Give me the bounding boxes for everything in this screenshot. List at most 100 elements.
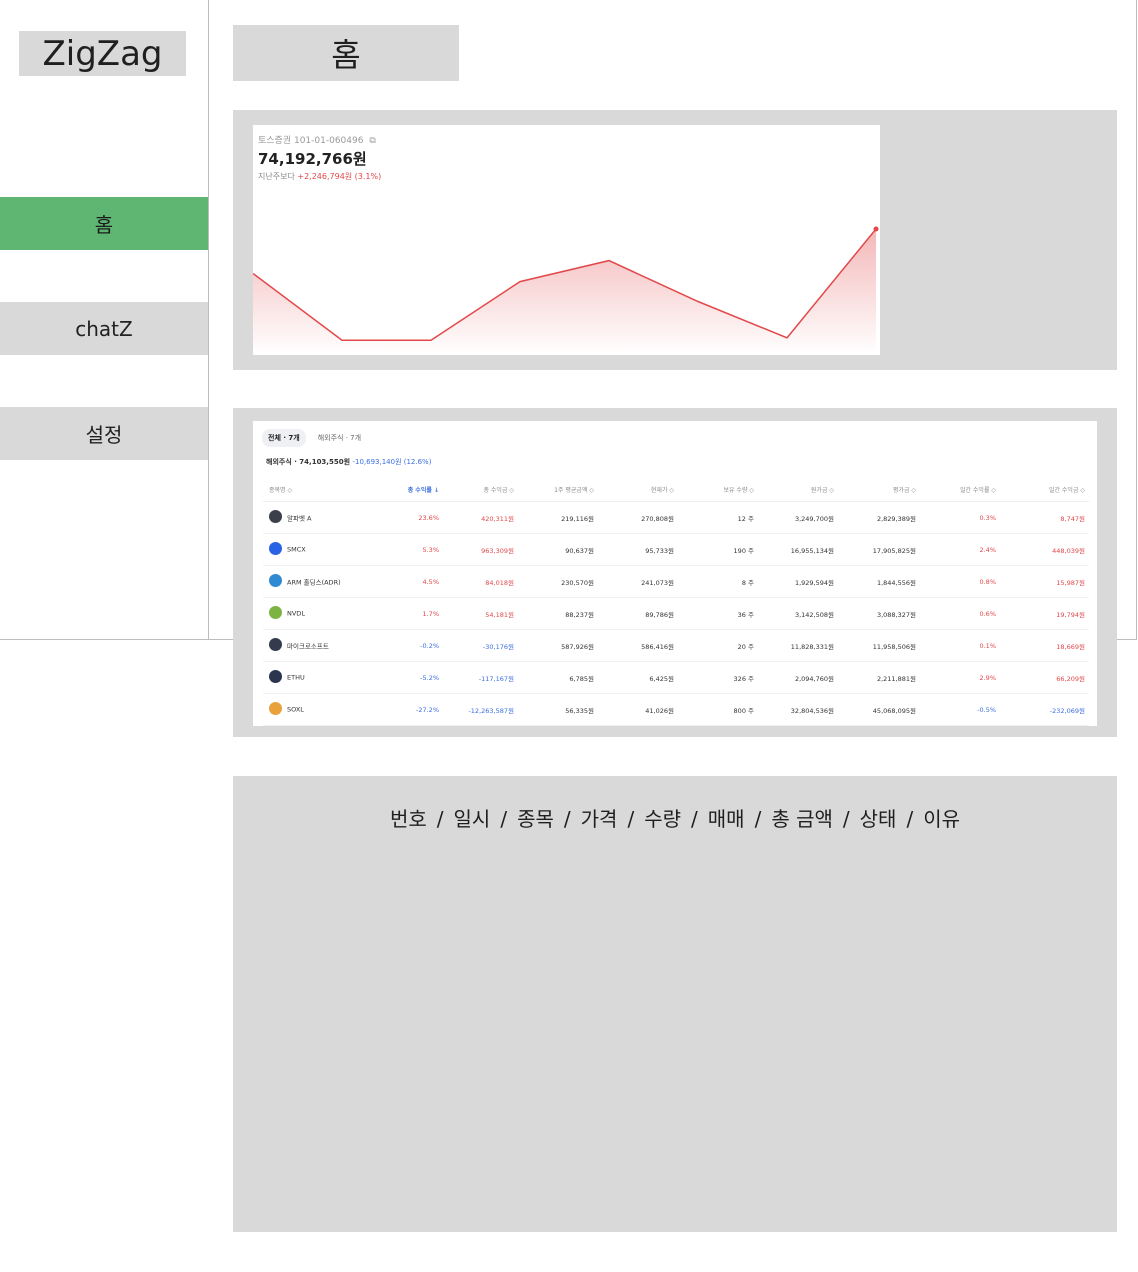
column-header[interactable]: 1주 평균금액 ◇	[518, 477, 598, 502]
separator: /	[691, 807, 698, 831]
table-cell: 800 주	[678, 693, 758, 726]
table-cell: 1,844,556원	[838, 565, 920, 598]
table-cell: 0.1%	[920, 629, 1000, 662]
table-cell: 56,335원	[518, 693, 598, 726]
app-logo[interactable]: ZigZag	[19, 31, 186, 76]
column-header[interactable]: 총 수익금 ◇	[443, 477, 518, 502]
table-cell: 23.6%	[383, 501, 443, 534]
page: ZigZag 홈 chatZ 설정 홈 토스증권 101-01-060496 ⧉…	[0, 0, 1138, 1272]
account-chart-panel: 토스증권 101-01-060496 ⧉ 74,192,766원 지난주보다 +…	[233, 110, 1117, 370]
tab-all[interactable]: 전체 · 7개	[262, 429, 306, 447]
stock-name-cell: ARM 홀딩스(ADR)	[263, 565, 383, 598]
table-cell: -5.2%	[383, 661, 443, 694]
copy-icon[interactable]: ⧉	[369, 136, 375, 146]
chart-point-latest	[873, 226, 879, 232]
table-row[interactable]: SMCX 5.3% 963,309원 90,637원 95,733원 190 주 16,95…	[263, 533, 1089, 566]
trade-history-header: 번호 / 일시 / 종목 / 가격 / 수량 / 매매 / 총 금액 / 상태 / 이유	[233, 803, 1117, 832]
stock-name: 알파벳 A	[287, 514, 312, 523]
trade-history-panel: 번호 / 일시 / 종목 / 가격 / 수량 / 매매 / 총 금액 / 상태 / 이유	[233, 776, 1117, 1232]
history-column-label: 일시	[453, 807, 491, 831]
table-cell: 190 주	[678, 533, 758, 566]
separator: /	[436, 807, 444, 831]
stock-name-cell: NVDL	[263, 597, 383, 630]
sidebar-bottom-divider	[0, 639, 233, 640]
table-cell: 45,068,095원	[838, 693, 920, 726]
history-column-label: 종목	[517, 807, 554, 831]
table-cell: 586,416원	[598, 629, 678, 662]
column-header[interactable]: 원가금 ◇	[758, 477, 838, 502]
holdings-summary: 해외주식 · 74,103,550원 -10,693,140원 (12.6%)	[266, 457, 431, 467]
history-column-label: 이유	[923, 807, 961, 831]
stock-name-cell: 알파벳 A	[263, 501, 383, 534]
table-cell: 3,142,508원	[758, 597, 838, 630]
column-header[interactable]: 일간 수익금 ◇	[1000, 477, 1089, 502]
table-cell: 420,311원	[443, 501, 518, 534]
stock-name: SMCX	[287, 545, 306, 554]
sidebar-item-label: 설정	[85, 423, 123, 447]
table-cell: -232,069원	[1000, 693, 1089, 726]
tab-overseas[interactable]: 해외주식 · 7개	[312, 429, 367, 447]
table-cell: 3,249,700원	[758, 501, 838, 534]
table-row[interactable]: NVDL 1.7% 54,181원 88,237원 89,786원 36 주 3,142,5…	[263, 597, 1089, 630]
table-cell: 963,309원	[443, 533, 518, 566]
table-row[interactable]: 알파벳 A 23.6% 420,311원 219,116원 270,808원 12 주 3,…	[263, 501, 1089, 534]
table-cell: 219,116원	[518, 501, 598, 534]
table-cell: 89,786원	[598, 597, 678, 630]
stock-name: ARM 홀딩스(ADR)	[287, 578, 341, 587]
table-cell: -30,176원	[443, 629, 518, 662]
history-column-label: 상태	[859, 807, 897, 831]
table-cell: 5.3%	[383, 533, 443, 566]
separator: /	[754, 807, 762, 831]
history-column-label: 번호	[389, 807, 427, 831]
history-column-label: 수량	[644, 807, 682, 831]
table-cell: 88,237원	[518, 597, 598, 630]
table-cell: 8 주	[678, 565, 758, 598]
holdings-summary-label: 해외주식 · 74,103,550원	[266, 458, 351, 466]
sidebar-item-label: chatZ	[75, 316, 133, 341]
table-row[interactable]: ARM 홀딩스(ADR) 4.5% 84,018원 230,570원 241,073원 8…	[263, 565, 1089, 598]
column-header[interactable]: 현재가 ◇	[598, 477, 678, 502]
separator: /	[842, 807, 850, 831]
table-cell: 6,785원	[518, 661, 598, 694]
table-cell: 90,637원	[518, 533, 598, 566]
history-column-label: 매매	[707, 807, 745, 831]
content-right-divider	[1136, 0, 1137, 640]
table-cell: 230,570원	[518, 565, 598, 598]
table-row[interactable]: ETHU -5.2% -117,167원 6,785원 6,425원 326 주 2,094…	[263, 661, 1089, 694]
column-header[interactable]: 보유 수량 ◇	[678, 477, 758, 502]
account-chart-card: 토스증권 101-01-060496 ⧉ 74,192,766원 지난주보다 +…	[253, 125, 880, 355]
stock-logo-icon	[269, 574, 282, 587]
column-header[interactable]: 일간 수익률 ◇	[920, 477, 1000, 502]
change-value: +2,246,794원 (3.1%)	[297, 172, 382, 181]
holdings-card: 전체 · 7개 해외주식 · 7개 해외주식 · 74,103,550원 -10…	[253, 421, 1097, 726]
sidebar-item-settings[interactable]: 설정	[0, 407, 208, 460]
table-row[interactable]: 마이크로소프트 -0.2% -30,176원 587,926원 586,416원 20 주…	[263, 629, 1089, 662]
stock-name-cell: 마이크로소프트	[263, 629, 383, 662]
table-row[interactable]: SOXL -27.2% -12,263,587원 56,335원 41,026원 800 …	[263, 693, 1089, 726]
table-cell: 2.9%	[920, 661, 1000, 694]
table-cell: 16,955,134원	[758, 533, 838, 566]
stock-name-cell: ETHU	[263, 661, 383, 694]
page-title: 홈	[233, 25, 459, 81]
column-header[interactable]: 종목명 ◇	[263, 477, 383, 502]
holdings-panel: 전체 · 7개 해외주식 · 7개 해외주식 · 74,103,550원 -10…	[233, 408, 1117, 737]
column-header[interactable]: 총 수익률 ↓	[383, 477, 443, 502]
sidebar-divider	[208, 0, 209, 640]
table-cell: 12 주	[678, 501, 758, 534]
sidebar-item-chatz[interactable]: chatZ	[0, 302, 208, 355]
sidebar-item-home[interactable]: 홈	[0, 197, 208, 250]
table-cell: 326 주	[678, 661, 758, 694]
stock-name: 마이크로소프트	[287, 642, 329, 651]
table-cell: -0.5%	[920, 693, 1000, 726]
table-cell: -27.2%	[383, 693, 443, 726]
column-header[interactable]: 평가금 ◇	[838, 477, 920, 502]
stock-logo-icon	[269, 606, 282, 619]
stock-name-cell: SMCX	[263, 533, 383, 566]
table-cell: 587,926원	[518, 629, 598, 662]
table-cell: 2.4%	[920, 533, 1000, 566]
table-cell: 2,211,881원	[838, 661, 920, 694]
separator: /	[627, 807, 635, 831]
account-total: 74,192,766원	[258, 150, 367, 168]
account-change: 지난주보다 +2,246,794원 (3.1%)	[258, 171, 381, 182]
table-cell: 32,804,536원	[758, 693, 838, 726]
